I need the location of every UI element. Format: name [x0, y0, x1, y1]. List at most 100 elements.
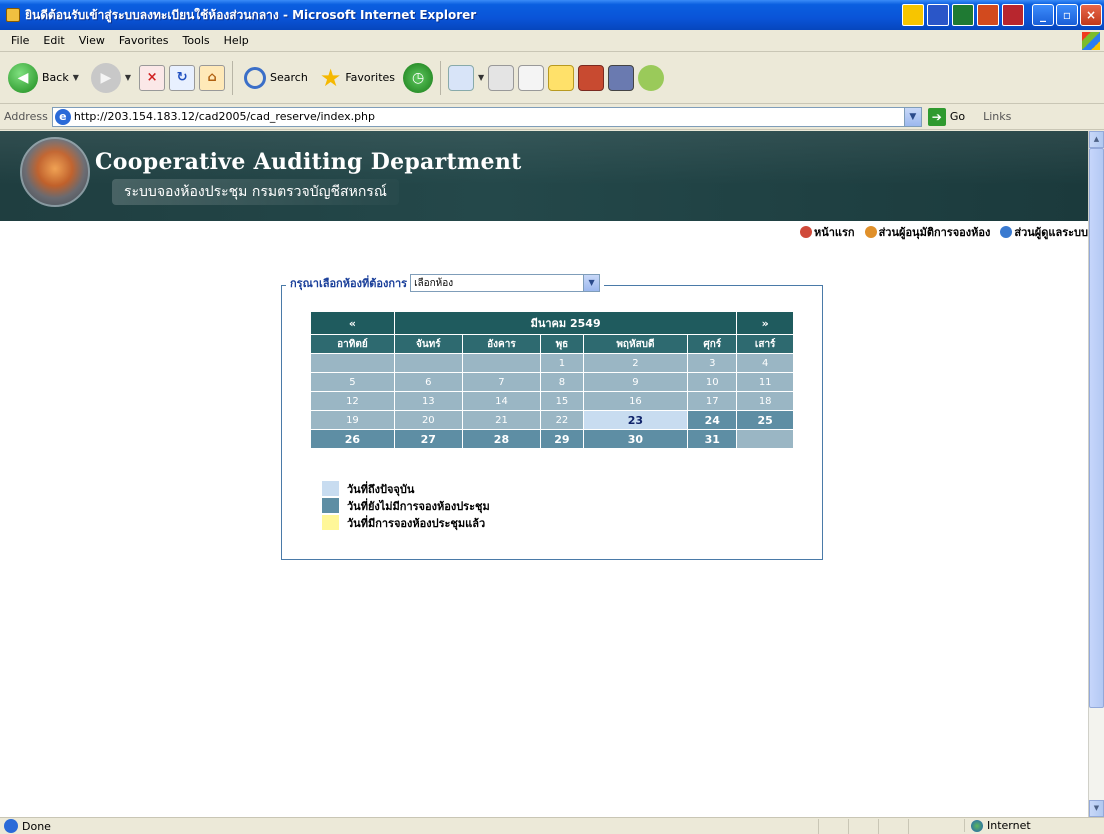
calendar-day [737, 430, 793, 448]
toolbar-separator [440, 60, 442, 95]
contacts-icon[interactable] [638, 64, 665, 91]
scroll-up-icon[interactable]: ▲ [1089, 131, 1104, 148]
calendar-day[interactable]: 27 [394, 430, 462, 448]
edit-icon[interactable] [518, 64, 545, 91]
weekday-tue: อังคาร [462, 335, 541, 353]
office-icon[interactable] [902, 4, 924, 26]
address-bar: Address e http://203.154.183.12/cad2005/… [0, 104, 1104, 130]
legend-available-label: วันที่ยังไม่มีการจองห้องประชุม [347, 499, 490, 513]
mail-icon[interactable] [448, 64, 475, 91]
calendar-day-today[interactable]: 23 [583, 411, 688, 429]
calendar-day: 20 [394, 411, 462, 429]
page-icon: e [54, 108, 71, 125]
menu-tools[interactable]: Tools [176, 34, 217, 47]
office-tray [902, 4, 1024, 26]
page-status-icon [4, 819, 18, 833]
access-icon[interactable] [1002, 4, 1024, 26]
close-button[interactable]: × [1080, 4, 1102, 26]
calendar-day[interactable]: 31 [688, 430, 737, 448]
calendar-day[interactable]: 24 [688, 411, 737, 429]
prev-month-button[interactable]: « [311, 312, 394, 334]
menu-help[interactable]: Help [217, 34, 256, 47]
calendar-day[interactable]: 30 [583, 430, 688, 448]
nav-approver[interactable]: ส่วนผู้อนุมัติการจองห้อง [864, 223, 991, 241]
menu-edit[interactable]: Edit [36, 34, 71, 47]
calendar-day[interactable]: 29 [541, 430, 583, 448]
window-title: ยินดีต้อนรับเข้าสู่ระบบลงทะเบียนใช้ห้องส… [25, 7, 477, 22]
calendar-day: 21 [462, 411, 541, 429]
mail-dropdown-icon[interactable]: ▼ [478, 73, 484, 82]
stop-icon[interactable]: × [139, 64, 166, 91]
minimize-button[interactable]: _ [1032, 4, 1054, 26]
nav-admin-label: ส่วนผู้ดูแลระบบ [1014, 226, 1088, 239]
nav-admin[interactable]: ส่วนผู้ดูแลระบบ [1000, 223, 1088, 241]
security-zone: Internet [964, 819, 1094, 832]
window-controls: _ ▫ × [1032, 4, 1102, 26]
search-button[interactable]: Search [240, 58, 312, 98]
weekday-mon: จันทร์ [394, 335, 462, 353]
toolbar: ◀ Back ▼ ▶ ▼ × ↻ ⌂ Search ★ Favorites ◷ … [0, 52, 1104, 104]
calendar-day: 17 [688, 392, 737, 410]
legend-today-swatch [322, 481, 339, 496]
go-button[interactable]: ➔ Go [927, 107, 965, 126]
title-bar[interactable]: ยินดีต้อนรับเข้าสู่ระบบลงทะเบียนใช้ห้องส… [0, 0, 1104, 30]
status-segment [878, 819, 908, 834]
excel-icon[interactable] [952, 4, 974, 26]
calendar-day[interactable]: 25 [737, 411, 793, 429]
admin-user-icon [1000, 226, 1013, 238]
calendar-day: 7 [462, 373, 541, 391]
refresh-icon[interactable]: ↻ [169, 64, 196, 91]
menu-view[interactable]: View [72, 34, 112, 47]
word-icon[interactable] [927, 4, 949, 26]
discuss-icon[interactable] [548, 64, 575, 91]
scroll-thumb[interactable] [1089, 148, 1104, 708]
calendar-day: 8 [541, 373, 583, 391]
calendar-day: 13 [394, 392, 462, 410]
zone-label: Internet [987, 819, 1031, 832]
chevron-down-icon[interactable]: ▼ [583, 275, 600, 291]
favorites-button[interactable]: ★ Favorites [316, 58, 399, 98]
calendar-week: 12 13 14 15 16 17 18 [311, 392, 793, 410]
calendar-day [311, 354, 394, 372]
back-dropdown-icon[interactable]: ▼ [73, 73, 79, 82]
links-button[interactable]: Links [983, 110, 1011, 123]
next-month-button[interactable]: » [737, 312, 793, 334]
address-input[interactable]: e http://203.154.183.12/cad2005/cad_rese… [51, 106, 922, 127]
print-icon[interactable] [488, 64, 515, 91]
status-text: Done [22, 819, 51, 833]
room-select-prompt: กรุณาเลือกห้องที่ต้องการ [290, 277, 408, 290]
calendar-day [462, 354, 541, 372]
calendar-day[interactable]: 26 [311, 430, 394, 448]
back-button[interactable]: ◀ Back ▼ [4, 58, 83, 98]
calendar-day: 5 [311, 373, 394, 391]
forward-dropdown-icon[interactable]: ▼ [125, 73, 131, 82]
ie-app-icon [6, 8, 20, 22]
menu-file[interactable]: File [4, 34, 36, 47]
maximize-button[interactable]: ▫ [1056, 4, 1078, 26]
home-icon[interactable]: ⌂ [199, 64, 226, 91]
calendar-day[interactable]: 28 [462, 430, 541, 448]
nav-approver-label: ส่วนผู้อนุมัติการจองห้อง [878, 226, 991, 239]
legend-available-swatch [322, 498, 339, 513]
research-icon[interactable] [578, 64, 605, 91]
room-select[interactable]: เลือกห้อง ▼ [410, 274, 601, 292]
nav-home-label: หน้าแรก [813, 226, 855, 239]
calendar-day: 14 [462, 392, 541, 410]
scroll-down-icon[interactable]: ▼ [1089, 800, 1104, 817]
calendar-day: 1 [541, 354, 583, 372]
department-logo [20, 137, 90, 207]
banner-title: Cooperative Auditing Department [95, 149, 522, 175]
status-segment [908, 819, 938, 834]
legend-booked: วันที่มีการจองห้องประชุมแล้ว [322, 514, 490, 531]
forward-button[interactable]: ▶ ▼ [87, 58, 135, 98]
menu-favorites[interactable]: Favorites [112, 34, 176, 47]
address-dropdown-icon[interactable]: ▼ [903, 107, 921, 126]
history-icon[interactable]: ◷ [403, 62, 434, 93]
powerpoint-icon[interactable] [977, 4, 999, 26]
status-segment [818, 819, 848, 834]
calendar-day: 16 [583, 392, 688, 410]
vertical-scrollbar[interactable]: ▲ ▼ [1088, 131, 1104, 817]
calendar-week: 26 27 28 29 30 31 [311, 430, 793, 448]
nav-home[interactable]: หน้าแรก [799, 223, 855, 241]
messenger-icon[interactable] [608, 64, 635, 91]
